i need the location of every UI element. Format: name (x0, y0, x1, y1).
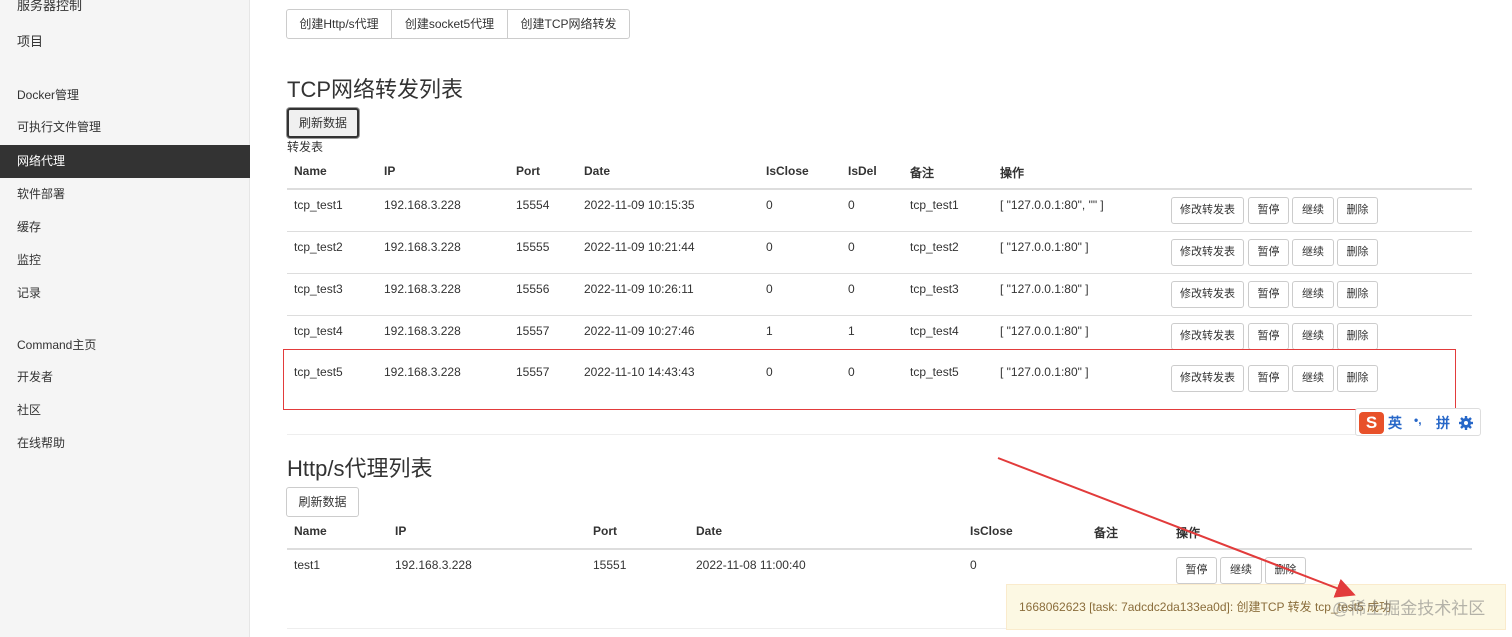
watermark: @稀土掘金技术社区 (1332, 599, 1486, 618)
annotation-arrow (997, 457, 1356, 598)
